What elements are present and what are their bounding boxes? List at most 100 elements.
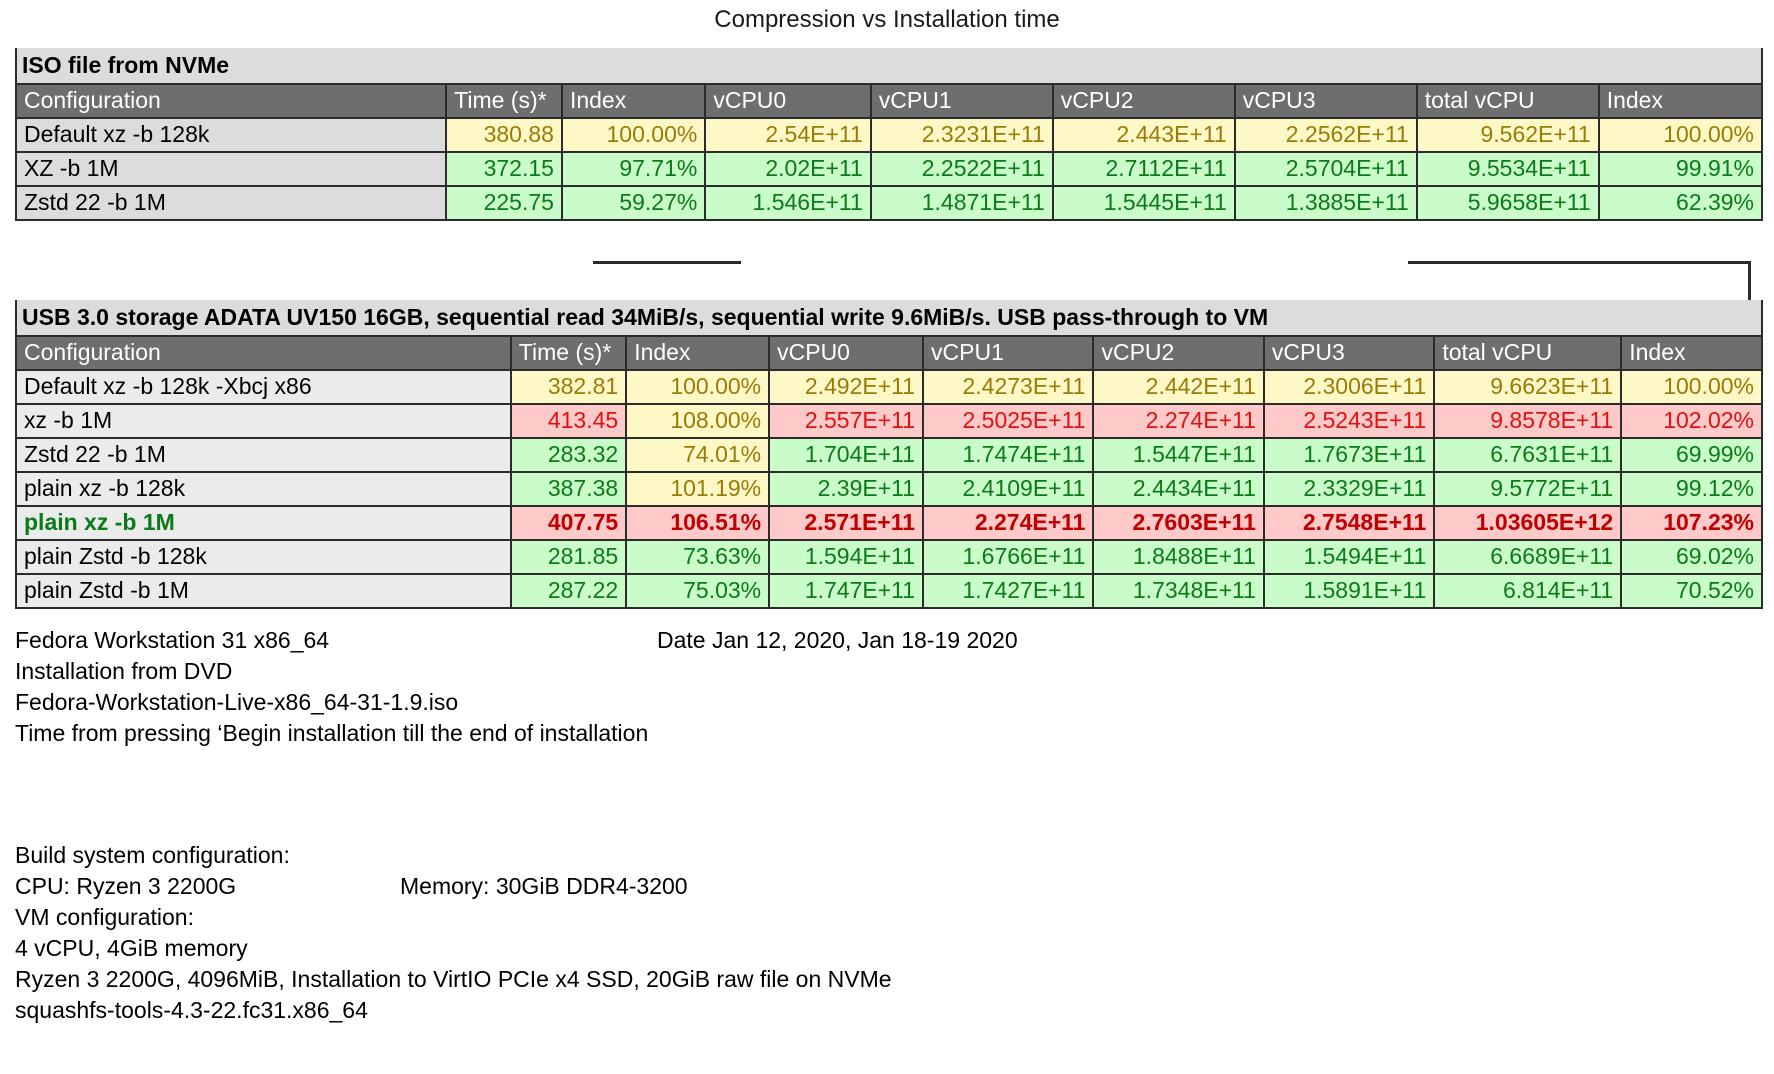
- cell-vcpu3-0: 2.2562E+11: [1233, 117, 1418, 153]
- cell-vcpu1-1: 2.5025E+11: [922, 403, 1095, 439]
- cell-vcpu1-2: 1.4871E+11: [869, 185, 1054, 221]
- table-row[interactable]: plain xz -b 128k 387.38 101.19% 2.39E+11 2.4…: [15, 471, 1763, 507]
- cell-vcpu3-3: 2.3329E+11: [1262, 471, 1436, 507]
- table-row[interactable]: Zstd 22 -b 1M 225.75 59.27% 1.546E+11 1.4871…: [14, 185, 1764, 221]
- column-header-total-vcpu[interactable]: total vCPU: [1433, 335, 1623, 371]
- cell-vcpu0-3: 2.39E+11: [768, 471, 925, 507]
- cell-index-3: 101.19%: [625, 471, 771, 507]
- cell-vcpu2-2: 1.5447E+11: [1092, 437, 1265, 473]
- cell-index-1: 99.91%: [1597, 151, 1764, 187]
- column-header-index-total[interactable]: Index: [1620, 335, 1763, 371]
- table-row[interactable]: XZ -b 1M 372.15 97.71% 2.02E+11 2.2522E+11 2.…: [14, 151, 1764, 187]
- cell-vcpu2-1: 2.274E+11: [1092, 403, 1265, 439]
- column-header-configuration[interactable]: Configuration: [14, 83, 448, 119]
- cell-vcpu3-2: 1.3885E+11: [1233, 185, 1418, 221]
- table-row[interactable]: Default xz -b 128k -Xbcj x86 382.81 100.00…: [15, 369, 1763, 405]
- column-header-vcpu3[interactable]: vCPU3: [1262, 335, 1436, 371]
- cell-vcpu2-0: 2.443E+11: [1051, 117, 1236, 153]
- squashfs-tools-version: squashfs-tools-4.3-22.fc31.x86_64: [15, 997, 368, 1023]
- cell-vcpu1-5: 1.6766E+11: [922, 539, 1095, 575]
- cell-index-3: 99.12%: [1620, 471, 1763, 507]
- cell-vcpu0-0: 2.492E+11: [768, 369, 925, 405]
- cell-index-2: 59.27%: [560, 185, 707, 221]
- cell-vcpu3-4: 2.7548E+11: [1262, 505, 1436, 541]
- table-body: Default xz -b 128k 380.88 100.00% 2.54E+11 2…: [14, 117, 1764, 221]
- column-header-index[interactable]: Index: [625, 335, 771, 371]
- cell-index-6: 70.52%: [1620, 573, 1763, 609]
- cell-configuration: Zstd 22 -b 1M: [14, 185, 448, 221]
- table-row[interactable]: Default xz -b 128k 380.88 100.00% 2.54E+11 2…: [14, 117, 1764, 153]
- cell-vcpu0-0: 2.54E+11: [704, 117, 872, 153]
- column-header-vcpu3[interactable]: vCPU3: [1233, 83, 1418, 119]
- column-header-index[interactable]: Index: [560, 83, 707, 119]
- column-header-vcpu2[interactable]: vCPU2: [1051, 83, 1236, 119]
- table-row[interactable]: plain Zstd -b 1M 287.22 75.03% 1.747E+11 1.7…: [15, 573, 1763, 609]
- cell-total-vcpu-2: 6.7631E+11: [1433, 437, 1623, 473]
- cell-vcpu2-3: 2.4434E+11: [1092, 471, 1265, 507]
- cell-vcpu3-2: 1.7673E+11: [1262, 437, 1436, 473]
- cell-total-vcpu-5: 6.6689E+11: [1433, 539, 1623, 575]
- column-header-time[interactable]: Time (s)*: [509, 335, 628, 371]
- cell-vcpu0-6: 1.747E+11: [768, 573, 925, 609]
- cell-index-0: 100.00%: [560, 117, 707, 153]
- cell-configuration: plain xz -b 128k: [15, 471, 512, 507]
- cell-configuration: Default xz -b 128k: [14, 117, 448, 153]
- cell-vcpu3-5: 1.5494E+11: [1262, 539, 1436, 575]
- cell-vcpu0-5: 1.594E+11: [768, 539, 925, 575]
- cell-vcpu2-5: 1.8488E+11: [1092, 539, 1265, 575]
- divider-rule-vertical: [1748, 261, 1751, 301]
- cell-index-2: 62.39%: [1597, 185, 1764, 221]
- cell-time-s-5: 281.85: [509, 539, 628, 575]
- cell-time-s-3: 387.38: [509, 471, 628, 507]
- cell-index-5: 73.63%: [625, 539, 771, 575]
- column-header-vcpu1[interactable]: vCPU1: [869, 83, 1054, 119]
- results-table-usb-storage: Configuration Time (s)* Index vCPU0 vCPU…: [15, 335, 1763, 609]
- cell-index-0: 100.00%: [625, 369, 771, 405]
- cell-index-4: 107.23%: [1620, 505, 1763, 541]
- column-header-vcpu0[interactable]: vCPU0: [704, 83, 872, 119]
- column-header-total-vcpu[interactable]: total vCPU: [1415, 83, 1600, 119]
- cell-vcpu3-1: 2.5243E+11: [1262, 403, 1436, 439]
- cell-index-2: 74.01%: [625, 437, 771, 473]
- table-header-row: Configuration Time (s)* Index vCPU0 vCPU…: [15, 335, 1763, 371]
- cell-configuration: Default xz -b 128k -Xbcj x86: [15, 369, 512, 405]
- cell-time-s-2: 225.75: [445, 185, 563, 221]
- note-iso-name: Fedora-Workstation-Live-x86_64-31-1.9.is…: [15, 689, 459, 715]
- cell-vcpu1-4: 2.274E+11: [922, 505, 1095, 541]
- section-title-iso-nvme: ISO file from NVMe: [15, 48, 1763, 83]
- cell-vcpu2-1: 2.7112E+11: [1051, 151, 1236, 187]
- cell-vcpu2-4: 2.7603E+11: [1092, 505, 1265, 541]
- cell-total-vcpu-1: 9.8578E+11: [1433, 403, 1623, 439]
- note-time-measurement: Time from pressing ‘Begin installation t…: [15, 720, 649, 746]
- cell-vcpu1-6: 1.7427E+11: [922, 573, 1095, 609]
- cell-configuration: plain Zstd -b 128k: [15, 539, 512, 575]
- table-row[interactable]: xz -b 1M 413.45 108.00% 2.557E+11 2.5025E+11…: [15, 403, 1763, 439]
- cell-total-vcpu-6: 6.814E+11: [1433, 573, 1623, 609]
- column-header-vcpu0[interactable]: vCPU0: [768, 335, 925, 371]
- table-row[interactable]: plain xz -b 1M 407.75 106.51% 2.571E+11 2.27…: [15, 505, 1763, 541]
- note-install-from: Installation from DVD: [15, 658, 233, 684]
- cell-vcpu0-2: 1.704E+11: [768, 437, 925, 473]
- table-row[interactable]: Zstd 22 -b 1M 283.32 74.01% 1.704E+11 1.7474…: [15, 437, 1763, 473]
- column-header-vcpu2[interactable]: vCPU2: [1092, 335, 1265, 371]
- cell-configuration: XZ -b 1M: [14, 151, 448, 187]
- table-header-row: Configuration Time (s)* Index vCPU0 vCPU…: [14, 83, 1764, 119]
- divider-rule-right: [1408, 261, 1749, 264]
- cell-vcpu0-1: 2.02E+11: [704, 151, 872, 187]
- note-row-os-date: Fedora Workstation 31 x86_64 Date Jan 12…: [15, 625, 1018, 656]
- build-heading: Build system configuration:: [15, 842, 290, 868]
- column-header-vcpu1[interactable]: vCPU1: [922, 335, 1095, 371]
- cell-configuration: xz -b 1M: [15, 403, 512, 439]
- cell-index-5: 69.02%: [1620, 539, 1763, 575]
- table-row[interactable]: plain Zstd -b 128k 281.85 73.63% 1.594E+11 1…: [15, 539, 1763, 575]
- vm-heading: VM configuration:: [15, 904, 194, 930]
- vm-cpu-memory: 4 vCPU, 4GiB memory: [15, 935, 248, 961]
- column-header-configuration[interactable]: Configuration: [15, 335, 512, 371]
- column-header-time[interactable]: Time (s)*: [445, 83, 563, 119]
- cell-index-1: 97.71%: [560, 151, 707, 187]
- cell-time-s-4: 407.75: [509, 505, 628, 541]
- cell-configuration: Zstd 22 -b 1M: [15, 437, 512, 473]
- column-header-index-total[interactable]: Index: [1597, 83, 1764, 119]
- cell-total-vcpu-4: 1.03605E+12: [1433, 505, 1623, 541]
- cell-time-s-1: 413.45: [509, 403, 628, 439]
